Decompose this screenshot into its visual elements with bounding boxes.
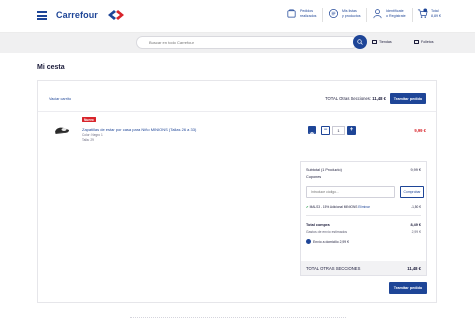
product-color: Color: Negro 1 bbox=[82, 133, 103, 137]
product-price: 9,99 € bbox=[414, 128, 426, 133]
brand-logo[interactable]: Carrefour bbox=[56, 10, 98, 20]
shipping-label: Gastos de envío estimados bbox=[306, 230, 348, 234]
brochures-link[interactable]: Folletos bbox=[414, 40, 434, 44]
home-delivery-label: Envío a domicilio 2,99 € bbox=[313, 239, 349, 244]
search-input[interactable] bbox=[136, 36, 358, 49]
subtotal-label: Subtotal (1 Producto) bbox=[306, 168, 342, 172]
orders-icon bbox=[287, 9, 296, 18]
grand-total-label: TOTAL OTRAS SECCIONES bbox=[306, 265, 361, 271]
check-icon: ✔ bbox=[306, 205, 309, 209]
delete-button[interactable] bbox=[308, 126, 316, 138]
login-link[interactable]: Identifícate o Regístrate bbox=[372, 8, 406, 19]
header-divider bbox=[366, 8, 367, 22]
menu-icon[interactable] bbox=[37, 11, 47, 20]
empty-cart-link[interactable]: Vaciar carrito bbox=[49, 97, 71, 101]
decrease-qty-button[interactable]: − bbox=[321, 125, 330, 135]
new-badge: Nuevo bbox=[82, 117, 96, 122]
footer-divider bbox=[130, 317, 346, 318]
cart-total-value: 8,89 € bbox=[431, 13, 441, 18]
shipping-row: Gastos de envío estimados 2,99 € bbox=[306, 230, 421, 234]
increase-qty-button[interactable]: + bbox=[347, 125, 356, 135]
divider bbox=[306, 215, 421, 216]
brochures-label: Folletos bbox=[421, 40, 434, 44]
total-purchase-value: 8,49 € bbox=[410, 223, 421, 227]
store-icon bbox=[372, 40, 377, 44]
brochure-icon bbox=[414, 40, 419, 44]
subtotal-row: Subtotal (1 Producto) 9,99 € bbox=[306, 168, 421, 172]
header-divider bbox=[412, 8, 413, 22]
cart-link[interactable]: Total 8,89 € bbox=[417, 8, 441, 19]
quantity-stepper: − 1 + bbox=[321, 125, 356, 135]
shipping-value: 2,99 € bbox=[411, 230, 421, 234]
product-image bbox=[54, 127, 69, 134]
lists-sublabel: y productos bbox=[342, 13, 361, 18]
applied-promo: ✔ MALS3 - 15% Adicional MINIONS Eliminar… bbox=[306, 205, 421, 209]
coupons-label: Cupones bbox=[306, 175, 322, 179]
home-delivery-option[interactable]: Envío a domicilio 2,99 € bbox=[306, 239, 421, 244]
divider bbox=[38, 111, 436, 112]
orders-sublabel: realizados bbox=[300, 13, 317, 18]
grand-total-row: TOTAL OTRAS SECCIONES 11,48 € bbox=[301, 261, 426, 275]
top-header: Carrefour Pedidos realizados Mis listas y … bbox=[0, 0, 475, 33]
checkout-button-bottom[interactable]: Tramitar pedido bbox=[389, 282, 427, 294]
lists-link[interactable]: Mis listas y productos bbox=[328, 8, 361, 19]
stores-link[interactable]: Tiendas bbox=[372, 40, 392, 44]
subtotal-value: 9,99 € bbox=[410, 168, 421, 172]
promo-value: -1,50 € bbox=[411, 205, 421, 209]
header-divider bbox=[322, 8, 323, 22]
page-title: Mi cesta bbox=[37, 64, 65, 71]
search-button[interactable] bbox=[353, 35, 367, 49]
coupons-row: Cupones bbox=[306, 175, 421, 179]
checkout-button-top[interactable]: Tramitar pedido bbox=[390, 93, 426, 104]
cart-icon bbox=[417, 8, 428, 18]
orders-link[interactable]: Pedidos realizados bbox=[286, 8, 316, 19]
user-icon bbox=[373, 9, 382, 19]
trash-icon bbox=[309, 132, 315, 138]
promo-text: MALS3 - 15% Adicional MINIONS bbox=[309, 205, 358, 209]
total-purchase-row: Total compra 8,49 € bbox=[306, 223, 421, 227]
cart-card: Vaciar carrito TOTAL Otras Secciones: 11… bbox=[37, 80, 437, 303]
check-coupon-button[interactable]: Comprobar bbox=[400, 186, 424, 198]
product-name[interactable]: Zapatillas de estar por casa para Niño M… bbox=[82, 127, 196, 132]
total-other-label: TOTAL Otras Secciones: bbox=[325, 96, 372, 101]
total-purchase-label: Total compra bbox=[306, 223, 330, 227]
quantity-value[interactable]: 1 bbox=[332, 125, 345, 135]
order-summary: Subtotal (1 Producto) 9,99 € Cupones Com… bbox=[300, 161, 427, 276]
total-other-sections: TOTAL Otras Secciones: 11,48 € bbox=[325, 96, 386, 101]
product-size: Talla: 29 bbox=[82, 138, 94, 142]
coupon-input[interactable] bbox=[306, 186, 395, 198]
grand-total-value: 11,48 € bbox=[407, 265, 421, 271]
total-other-value: 11,48 € bbox=[372, 96, 386, 101]
stores-label: Tiendas bbox=[379, 40, 392, 44]
lists-icon bbox=[329, 9, 338, 18]
carrefour-logo-icon bbox=[108, 10, 124, 20]
search-icon bbox=[357, 39, 363, 45]
register-label: o Regístrate bbox=[386, 13, 406, 18]
radio-selected-icon[interactable] bbox=[306, 239, 311, 244]
remove-promo-link[interactable]: Eliminar bbox=[358, 205, 370, 209]
